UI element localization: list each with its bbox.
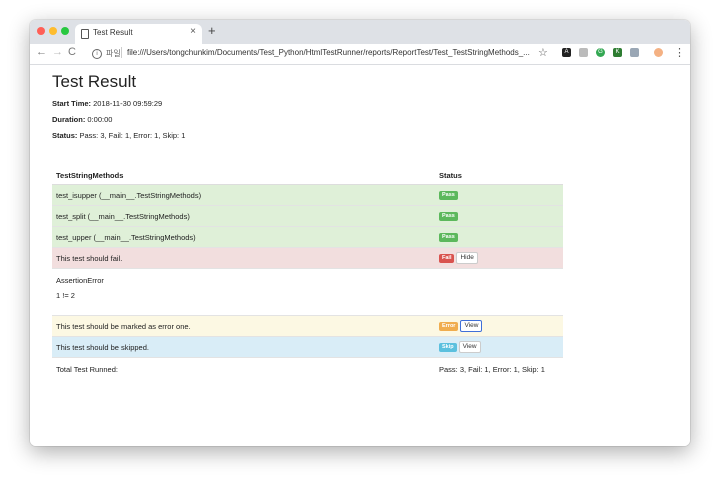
status-summary: Status: Pass: 3, Fail: 1, Error: 1, Skip… — [52, 131, 185, 140]
maximize-window-button[interactable] — [61, 27, 69, 35]
status-badge: Skip — [439, 342, 457, 352]
browser-toolbar: ← → C i 파일 file:///Users/tongchunkim/Doc… — [30, 44, 690, 65]
extension-g-icon[interactable]: G — [596, 48, 605, 57]
extension-gray-icon[interactable] — [579, 48, 588, 57]
status-cell: Pass — [435, 205, 563, 227]
status-badge: Pass — [439, 211, 458, 221]
table-row: This test should be marked as error one.… — [52, 315, 563, 337]
page-title: Test Result — [52, 72, 137, 91]
back-button[interactable]: ← — [36, 46, 47, 58]
total-row: Total Test Runned: Pass: 3, Fail: 1, Err… — [52, 357, 563, 380]
start-time-value: 2018-11-30 09:59:29 — [91, 99, 163, 108]
tab-close-icon[interactable]: × — [190, 26, 196, 37]
table-row: test_isupper (__main__.TestStringMethods… — [52, 184, 563, 206]
column-header-name: TestStringMethods — [52, 166, 435, 185]
new-tab-button[interactable]: + — [208, 23, 216, 38]
test-name: This test should be marked as error one. — [52, 315, 435, 337]
error-message: 1 != 2 — [56, 291, 75, 300]
tab-test-result[interactable]: Test Result × — [75, 24, 202, 44]
hide-button[interactable]: Hide — [456, 252, 478, 264]
status-value: Pass: 3, Fail: 1, Error: 1, Skip: 1 — [77, 131, 186, 140]
error-type: AssertionError — [56, 276, 104, 285]
start-time-label: Start Time: — [52, 99, 92, 108]
avatar-icon[interactable] — [654, 48, 663, 57]
duration: Duration: 0:00:00 — [52, 115, 112, 124]
status-cell: Fail Hide — [435, 247, 563, 269]
status-badge: Pass — [439, 232, 458, 242]
total-label: Total Test Runned: — [52, 357, 435, 380]
extension-k-icon[interactable]: K — [613, 48, 622, 57]
status-cell: Skip View — [435, 336, 563, 358]
table-header: TestStringMethods Status — [52, 166, 563, 185]
fail-detail: AssertionError 1 != 2 — [52, 268, 563, 316]
reload-button[interactable]: C — [68, 46, 76, 58]
start-time: Start Time: 2018-11-30 09:59:29 — [52, 99, 162, 108]
view-button[interactable]: View — [458, 341, 481, 353]
total-value: Pass: 3, Fail: 1, Error: 1, Skip: 1 — [435, 357, 563, 380]
test-name: This test should be skipped. — [52, 336, 435, 358]
duration-value: 0:00:00 — [85, 115, 113, 124]
test-name: test_upper (__main__.TestStringMethods) — [52, 226, 435, 248]
status-badge: Error — [439, 321, 459, 331]
results-table: TestStringMethods Status test_isupper (_… — [52, 166, 563, 380]
minimize-window-button[interactable] — [49, 27, 57, 35]
status-cell: Pass — [435, 226, 563, 248]
extension-a-icon[interactable]: A — [562, 48, 571, 57]
table-row: This test should be skipped. Skip View — [52, 336, 563, 358]
test-name: test_isupper (__main__.TestStringMethods… — [52, 184, 435, 206]
tab-bar: Test Result × + — [30, 20, 690, 44]
status-label: Status: — [52, 131, 78, 140]
test-name: test_split (__main__.TestStringMethods) — [52, 205, 435, 227]
fail-detail-row: AssertionError 1 != 2 — [52, 268, 563, 316]
page-content: Test Result Start Time: 2018-11-30 09:59… — [30, 65, 690, 446]
table-row: test_split (__main__.TestStringMethods) … — [52, 205, 563, 227]
status-badge: Fail — [439, 253, 455, 263]
column-header-status: Status — [435, 166, 563, 185]
close-window-button[interactable] — [37, 27, 45, 35]
table-row: test_upper (__main__.TestStringMethods) … — [52, 226, 563, 248]
info-icon[interactable]: i — [92, 49, 102, 59]
view-button[interactable]: View — [460, 320, 483, 332]
status-badge: Pass — [439, 190, 458, 200]
bookmark-star-icon[interactable]: ☆ — [538, 46, 548, 59]
tab-title: Test Result — [93, 28, 133, 37]
url-divider — [121, 47, 122, 58]
url-scheme-label: 파일 — [106, 49, 121, 58]
test-name: This test should fail. — [52, 247, 435, 269]
dropbox-icon[interactable] — [630, 48, 639, 57]
browser-menu-icon[interactable]: ⋮ — [674, 46, 685, 59]
address-bar[interactable]: file:///Users/tongchunkim/Documents/Test… — [127, 48, 537, 57]
status-cell: Error View — [435, 315, 563, 337]
duration-label: Duration: — [52, 115, 86, 124]
page-icon — [81, 29, 89, 39]
status-cell: Pass — [435, 184, 563, 206]
table-row: This test should fail. Fail Hide — [52, 247, 563, 269]
browser-window: Test Result × + ← → C i 파일 file:///Users… — [30, 20, 690, 446]
forward-button[interactable]: → — [52, 46, 63, 58]
